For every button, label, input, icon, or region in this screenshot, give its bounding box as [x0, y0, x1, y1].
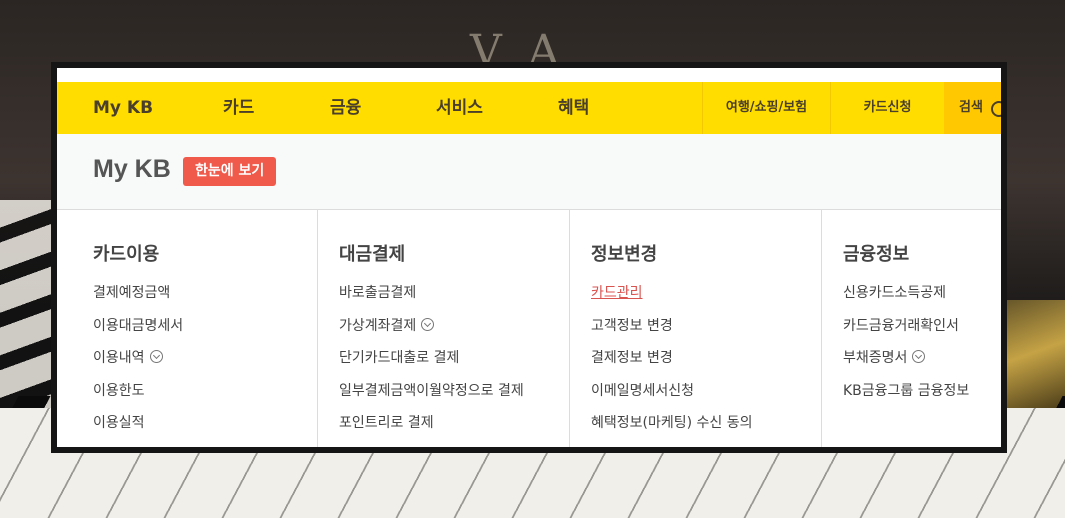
- link-customer-info[interactable]: 고객정보 변경: [591, 318, 673, 334]
- link-pointree[interactable]: 포인트리로 결제: [339, 415, 434, 431]
- column-title: 카드이용: [93, 244, 160, 265]
- nav-finance[interactable]: 금융: [330, 82, 361, 134]
- link-short-term-loan[interactable]: 단기카드대출로 결제: [339, 350, 459, 366]
- chevron-down-icon[interactable]: [149, 350, 163, 363]
- link-payment-due[interactable]: 결제예정금액: [93, 285, 170, 301]
- menu-panel: My KB 카드 금융 서비스 혜택 여행/쇼핑/보험 카드신청 검색 My K…: [57, 68, 1001, 447]
- nav-travel-shop-insurance[interactable]: 여행/쇼핑/보험: [703, 82, 830, 134]
- submenu-column-payment: 대금결제 바로출금결제 가상계좌결제 단기카드대출로 결제 일부결제금액이월약정…: [317, 210, 569, 447]
- search-button[interactable]: 검색: [944, 82, 1001, 134]
- column-title: 금융정보: [843, 244, 910, 265]
- global-nav: My KB 카드 금융 서비스 혜택 여행/쇼핑/보험 카드신청 검색: [57, 82, 1001, 134]
- submenu-column-info-change: 정보변경 카드관리 고객정보 변경 결제정보 변경 이메일명세서신청 혜택정보(…: [569, 210, 821, 447]
- submenu-column-card-usage: 카드이용 결제예정금액 이용대금명세서 이용내역 이용한도 이용실적: [57, 210, 317, 447]
- link-usage-limit[interactable]: 이용한도: [93, 383, 145, 399]
- column-divider: [569, 210, 570, 447]
- column-divider: [317, 210, 318, 447]
- column-divider: [821, 210, 822, 447]
- overview-button[interactable]: 한눈에 보기: [183, 157, 277, 186]
- submenu-header: My KB 한눈에 보기: [57, 134, 1001, 210]
- chevron-down-icon[interactable]: [912, 350, 926, 363]
- link-payment-info[interactable]: 결제정보 변경: [591, 350, 673, 366]
- link-usage-history[interactable]: 이용내역: [93, 350, 145, 366]
- submenu-title: My KB: [93, 155, 171, 183]
- link-debt-certificate[interactable]: 부채증명서: [843, 350, 907, 366]
- link-transaction-certificate[interactable]: 카드금융거래확인서: [843, 318, 959, 334]
- nav-my-kb[interactable]: My KB: [93, 82, 153, 134]
- nav-benefit[interactable]: 혜택: [558, 82, 589, 134]
- link-tax-deduction[interactable]: 신용카드소득공제: [843, 285, 946, 301]
- column-title: 정보변경: [591, 244, 658, 265]
- submenu-column-finance-info: 금융정보 신용카드소득공제 카드금융거래확인서 부채증명서 KB금융그룹 금융정…: [821, 210, 1001, 447]
- nav-service[interactable]: 서비스: [436, 82, 483, 134]
- link-kb-group-info[interactable]: KB금융그룹 금융정보: [843, 383, 969, 399]
- link-marketing-consent[interactable]: 혜택정보(마케팅) 수신 동의: [591, 415, 753, 431]
- link-statement[interactable]: 이용대금명세서: [93, 318, 183, 334]
- link-virtual-account[interactable]: 가상계좌결제: [339, 318, 416, 334]
- nav-card[interactable]: 카드: [223, 82, 254, 134]
- link-usage-performance[interactable]: 이용실적: [93, 415, 145, 431]
- link-card-management[interactable]: 카드관리: [591, 285, 643, 301]
- nav-card-apply[interactable]: 카드신청: [831, 82, 944, 134]
- search-icon: [991, 101, 1001, 117]
- search-label: 검색: [959, 100, 983, 115]
- link-revolving[interactable]: 일부결제금액이월약정으로 결제: [339, 383, 524, 399]
- chevron-down-icon[interactable]: [421, 317, 435, 331]
- link-email-statement[interactable]: 이메일명세서신청: [591, 383, 694, 399]
- column-title: 대금결제: [339, 244, 406, 265]
- link-instant-withdrawal[interactable]: 바로출금결제: [339, 285, 416, 301]
